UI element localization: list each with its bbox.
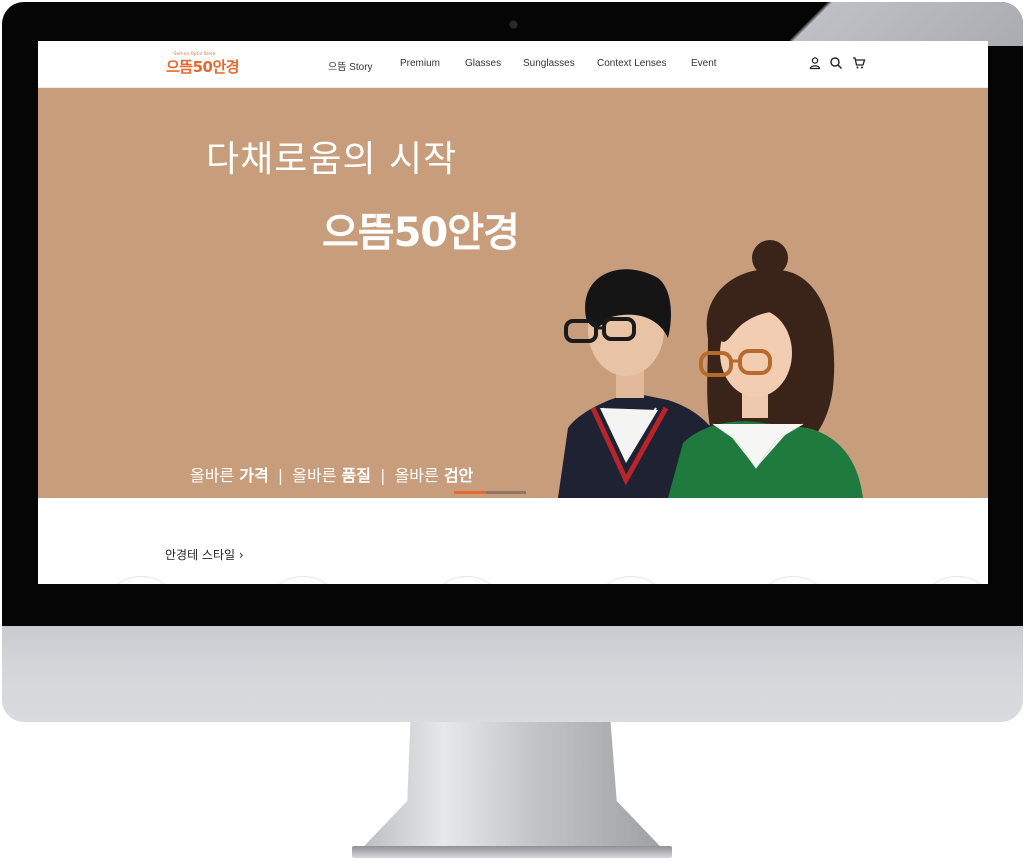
chevron-right-icon: › — [238, 548, 244, 562]
tagline-exam: 올바른 검안 — [394, 466, 474, 485]
camera-dot — [510, 21, 517, 28]
nav-item-contact-lenses[interactable]: Context Lenses — [597, 58, 667, 69]
hero-banner[interactable]: 다채로움의 시작 으뜸50안경 올바른 가격 | 올바른 품질 | 올바른 검안 — [38, 88, 988, 498]
style-circle[interactable] — [590, 576, 672, 584]
search-icon[interactable] — [829, 56, 843, 70]
nav-item-sunglasses[interactable]: Sunglasses — [523, 58, 575, 69]
site-logo[interactable]: Self-on Optic Store 으뜸50안경 — [166, 51, 240, 77]
style-circle[interactable] — [262, 576, 344, 584]
hero-brand-name: 으뜸50안경 — [322, 210, 520, 256]
user-icon[interactable] — [808, 56, 822, 70]
nav-item-event[interactable]: Event — [691, 58, 717, 69]
tagline-separator: | — [380, 466, 386, 485]
frame-style-link[interactable]: 안경테 스타일 › — [165, 546, 244, 563]
tagline-price: 올바른 가격 — [190, 466, 269, 485]
tagline-quality: 올바른 품질 — [292, 466, 371, 485]
site-header: Self-on Optic Store 으뜸50안경 으뜸 Story Prem… — [38, 41, 988, 88]
cart-icon[interactable] — [852, 56, 866, 70]
monitor-stand — [358, 722, 666, 858]
style-circle[interactable] — [426, 576, 508, 584]
logo-name: 으뜸50안경 — [166, 58, 240, 76]
slide-progress-fill — [454, 491, 487, 494]
monitor-chin — [2, 626, 1023, 722]
hero-models-image — [558, 240, 863, 498]
frame-style-title: 안경테 스타일 — [165, 548, 236, 562]
nav-item-glasses[interactable]: Glasses — [465, 58, 501, 69]
nav-item-story[interactable]: 으뜸 Story — [328, 58, 373, 73]
hero-headline: 다채로움의 시작 — [206, 139, 458, 180]
style-circle[interactable] — [916, 576, 988, 584]
website-screen: Self-on Optic Store 으뜸50안경 으뜸 Story Prem… — [38, 41, 988, 584]
nav-item-premium[interactable]: Premium — [400, 58, 440, 69]
monitor-stand-base — [352, 846, 672, 858]
style-circle[interactable] — [752, 576, 834, 584]
hero-tagline: 올바른 가격 | 올바른 품질 | 올바른 검안 — [190, 462, 473, 486]
slide-progress-bar[interactable] — [454, 491, 526, 494]
tagline-separator: | — [277, 466, 284, 485]
style-circle[interactable] — [100, 576, 182, 584]
